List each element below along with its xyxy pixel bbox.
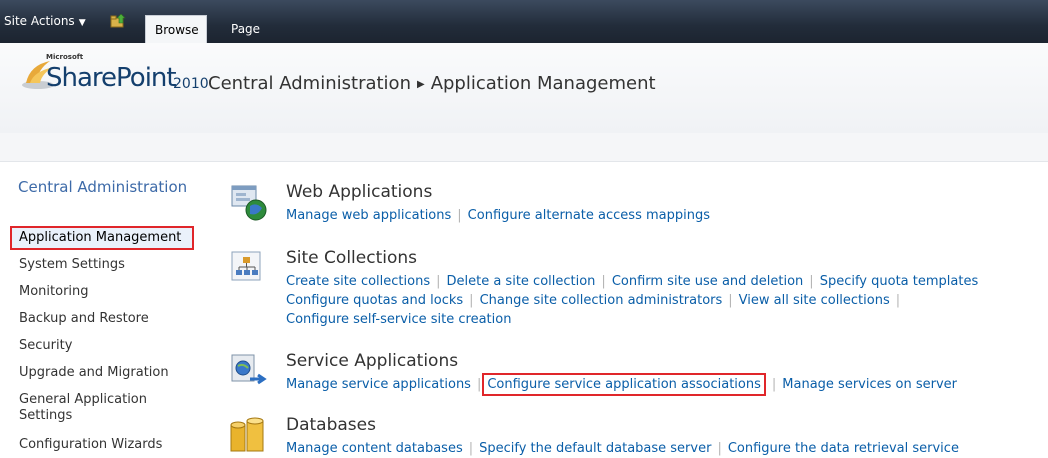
link-separator: |	[457, 208, 462, 223]
link-view-all-site-collections[interactable]: View all site collections	[739, 293, 890, 308]
link-separator: |	[468, 441, 474, 456]
brand-version: 2010	[173, 76, 209, 92]
sidebar-item-label: Application Management	[19, 230, 182, 245]
chevron-down-icon: ▼	[78, 18, 86, 28]
site-collections-icon	[231, 251, 261, 281]
section-links: Manage web applications | Configure altern…	[286, 206, 710, 225]
section-title: Service Applications	[286, 351, 459, 371]
breadcrumb-root[interactable]: Central Administration	[208, 73, 411, 94]
breadcrumb-arrow-icon: ▶	[416, 79, 425, 90]
link-separator: |	[476, 377, 482, 392]
databases-icon	[230, 417, 264, 452]
link-configure-alternate-access-mappings[interactable]: Configure alternate access mappings	[468, 208, 710, 223]
link-separator: |	[469, 293, 474, 308]
sidebar-item-general-application-settings[interactable]: General Application Settings	[19, 392, 169, 424]
sidebar-item-upgrade-and-migration[interactable]: Upgrade and Migration	[19, 365, 169, 380]
link-configure-data-retrieval-service[interactable]: Configure the data retrieval service	[728, 441, 959, 456]
section-title: Site Collections	[286, 248, 417, 268]
link-create-site-collections[interactable]: Create site collections	[286, 274, 430, 289]
link-separator: |	[895, 293, 901, 308]
breadcrumb: Central Administration ▶ Application Manag…	[208, 73, 656, 94]
link-separator: |	[728, 293, 733, 308]
link-specify-default-database-server[interactable]: Specify the default database server	[479, 441, 711, 456]
section-title: Databases	[286, 415, 376, 435]
link-separator: |	[436, 274, 441, 289]
section-title: Web Applications	[286, 182, 433, 202]
title-area: Microsoft SharePoint 2010 Central Admini…	[0, 43, 1048, 134]
section-links: Create site collections | Delete a site co…	[286, 272, 978, 329]
link-configure-self-service-site-creation[interactable]: Configure self-service site creation	[286, 312, 511, 327]
section-links: Manage content databases | Specify the def…	[286, 439, 959, 458]
link-configure-service-application-associations[interactable]: Configure service application associatio…	[482, 373, 766, 396]
link-manage-content-databases[interactable]: Manage content databases	[286, 441, 463, 456]
site-actions-menu[interactable]: Site Actions ▼	[4, 14, 86, 28]
sidebar-item-application-management[interactable]: Application Management	[10, 226, 194, 250]
breadcrumb-current: Application Management	[430, 73, 656, 94]
link-delete-a-site-collection[interactable]: Delete a site collection	[446, 274, 595, 289]
link-separator: |	[809, 274, 814, 289]
sidebar-item-backup-and-restore[interactable]: Backup and Restore	[19, 311, 149, 326]
nav-heading-central-administration[interactable]: Central Administration	[18, 178, 188, 196]
site-actions-label: Site Actions	[4, 14, 75, 28]
tab-browse[interactable]: Browse	[145, 15, 207, 43]
tab-page[interactable]: Page	[222, 15, 269, 43]
link-configure-quotas-and-locks[interactable]: Configure quotas and locks	[286, 293, 463, 308]
ribbon: Site Actions ▼ Browse Page	[0, 0, 1048, 43]
navigate-up-icon[interactable]	[110, 14, 126, 28]
link-manage-service-applications[interactable]: Manage service applications	[286, 377, 471, 392]
section-links: Manage service applications | Configure se…	[286, 373, 957, 396]
link-separator: |	[717, 441, 722, 456]
left-navigation: Central Administration Application Manag…	[0, 162, 200, 456]
link-change-site-collection-administrators[interactable]: Change site collection administrators	[480, 293, 723, 308]
sidebar-item-configuration-wizards[interactable]: Configuration Wizards	[19, 437, 162, 452]
brand-name: SharePoint	[46, 63, 177, 93]
link-confirm-site-use-and-deletion[interactable]: Confirm site use and deletion	[612, 274, 803, 289]
brand-microsoft: Microsoft	[46, 53, 84, 61]
web-applications-icon	[231, 185, 267, 221]
link-manage-services-on-server[interactable]: Manage services on server	[782, 377, 957, 392]
subheader-band	[0, 133, 1048, 162]
link-manage-web-applications[interactable]: Manage web applications	[286, 208, 451, 223]
link-separator: |	[601, 274, 606, 289]
sidebar-item-monitoring[interactable]: Monitoring	[19, 284, 89, 299]
link-specify-quota-templates[interactable]: Specify quota templates	[820, 274, 979, 289]
link-separator: |	[771, 377, 777, 392]
sidebar-item-system-settings[interactable]: System Settings	[19, 257, 125, 272]
service-applications-icon	[231, 354, 267, 385]
sidebar-item-security[interactable]: Security	[19, 338, 72, 353]
